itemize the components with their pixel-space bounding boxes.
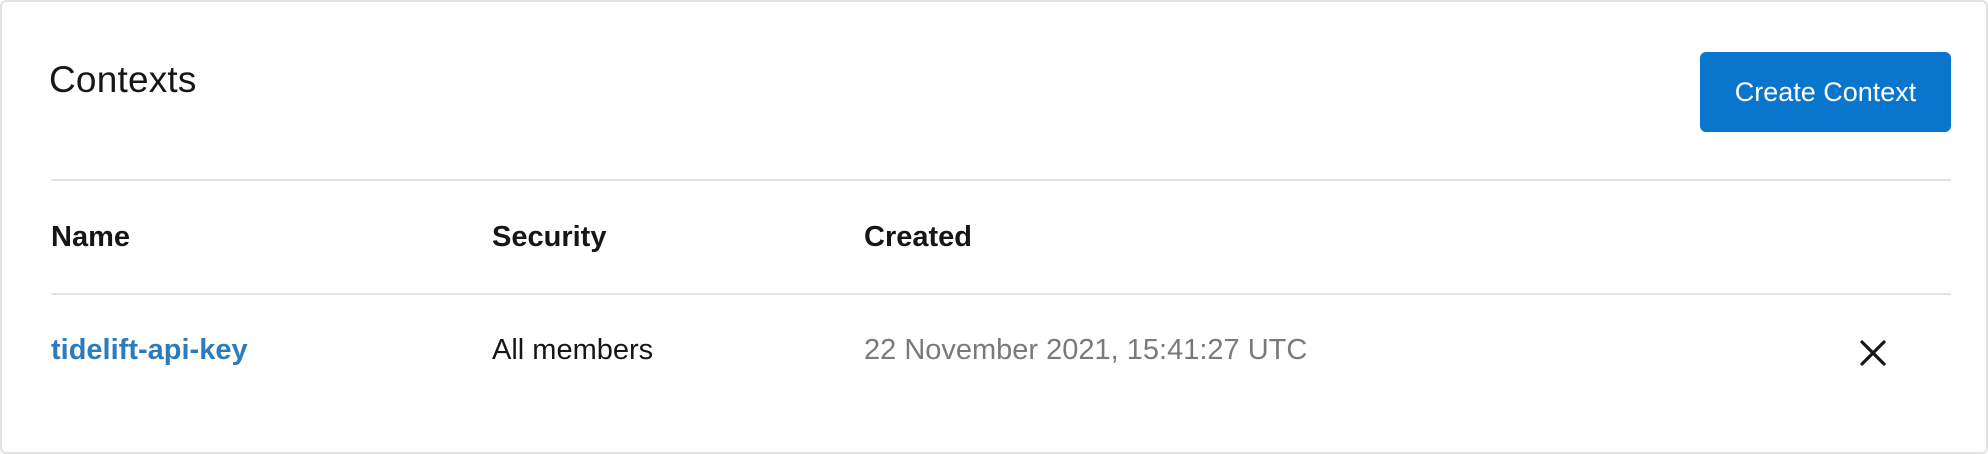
close-icon: [1860, 340, 1886, 366]
column-header-created: Created: [864, 221, 972, 253]
context-name-link[interactable]: tidelift-api-key: [51, 334, 248, 367]
page-title: Contexts: [49, 59, 197, 100]
context-security: All members: [492, 334, 654, 366]
header-divider: [51, 179, 1951, 181]
table-header-divider: [51, 293, 1951, 295]
column-header-name: Name: [51, 221, 130, 253]
delete-context-button[interactable]: [1855, 335, 1891, 371]
context-created-date: 22 November 2021, 15:41:27 UTC: [864, 334, 1308, 366]
contexts-panel: Contexts Create Context Name Security Cr…: [0, 0, 1988, 454]
create-context-button[interactable]: Create Context: [1700, 52, 1951, 132]
column-header-security: Security: [492, 221, 607, 253]
